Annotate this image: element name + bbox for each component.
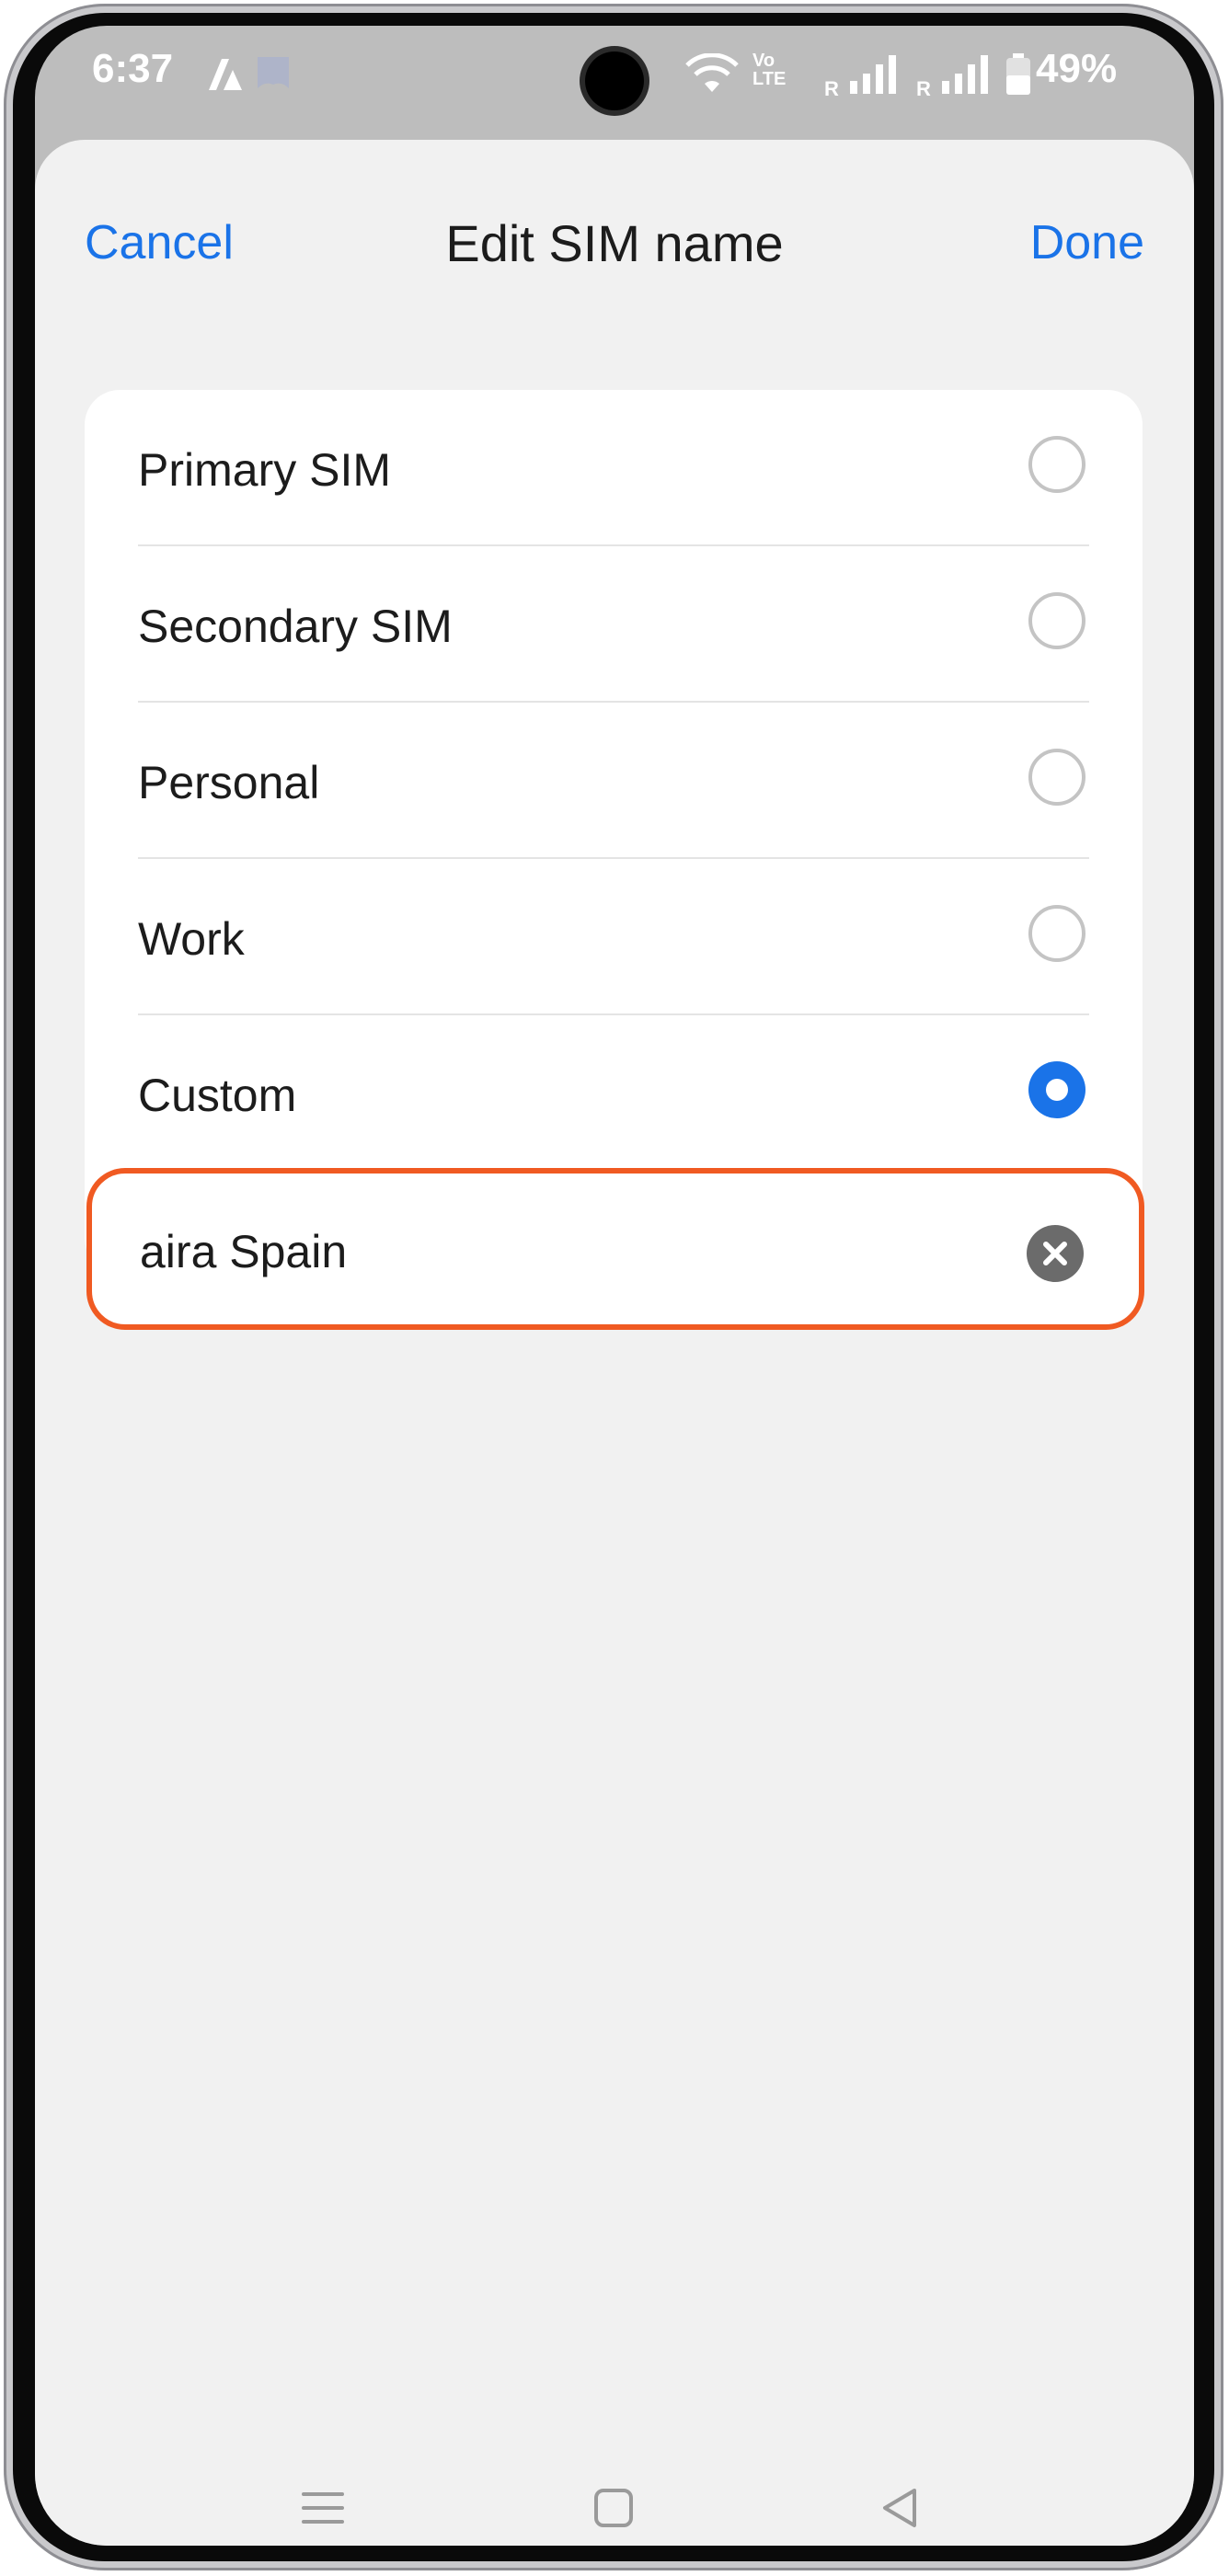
option-label: Personal [138, 757, 320, 808]
option-label: Primary SIM [138, 444, 391, 496]
radio-button-selected[interactable] [1028, 1061, 1085, 1118]
battery-icon [1006, 53, 1030, 95]
battery-percentage: 49% [1036, 46, 1118, 91]
screen: 6:37 Vo LTE R R 49% Cancel Edit SIM name… [35, 26, 1194, 2546]
signal-icon-sim1 [850, 55, 896, 94]
option-label: Secondary SIM [138, 601, 453, 652]
wifi-icon [685, 53, 739, 92]
option-secondary-sim[interactable]: Secondary SIM [85, 546, 1143, 701]
radio-button[interactable] [1028, 905, 1085, 962]
radio-button[interactable] [1028, 749, 1085, 806]
custom-name-value[interactable]: aira Spain [140, 1225, 347, 1278]
option-label: Custom [138, 1070, 297, 1121]
front-camera [585, 52, 644, 110]
option-custom[interactable]: Custom [85, 1015, 1143, 1170]
app-b-icon [258, 57, 289, 88]
volte-label: Vo LTE [752, 51, 787, 89]
app-a-icon [209, 59, 242, 90]
status-time: 6:37 [92, 46, 174, 91]
back-icon[interactable] [878, 2485, 924, 2531]
edit-sim-name-sheet: Cancel Edit SIM name Done Primary SIM Se… [35, 140, 1194, 2546]
option-primary-sim[interactable]: Primary SIM [85, 390, 1143, 544]
navigation-bar [35, 2457, 1194, 2546]
option-work[interactable]: Work [85, 859, 1143, 1013]
option-label: Work [138, 913, 245, 965]
page-title: Edit SIM name [445, 214, 784, 272]
done-button[interactable]: Done [1030, 215, 1144, 270]
sheet-header: Cancel Edit SIM name Done [35, 140, 1194, 305]
home-icon[interactable] [591, 2485, 637, 2531]
option-personal[interactable]: Personal [85, 703, 1143, 857]
roaming-indicator-2: R [916, 77, 931, 100]
roaming-indicator-1: R [824, 77, 839, 100]
clear-text-button[interactable] [1027, 1225, 1084, 1282]
radio-button[interactable] [1028, 436, 1085, 493]
close-icon [1043, 1242, 1067, 1265]
sim-name-options-card: Primary SIM Secondary SIM Personal Work … [85, 390, 1143, 1273]
custom-name-input[interactable]: aira Spain [86, 1168, 1144, 1330]
radio-button[interactable] [1028, 592, 1085, 649]
recent-apps-icon[interactable] [300, 2485, 346, 2531]
signal-icon-sim2 [942, 55, 988, 94]
